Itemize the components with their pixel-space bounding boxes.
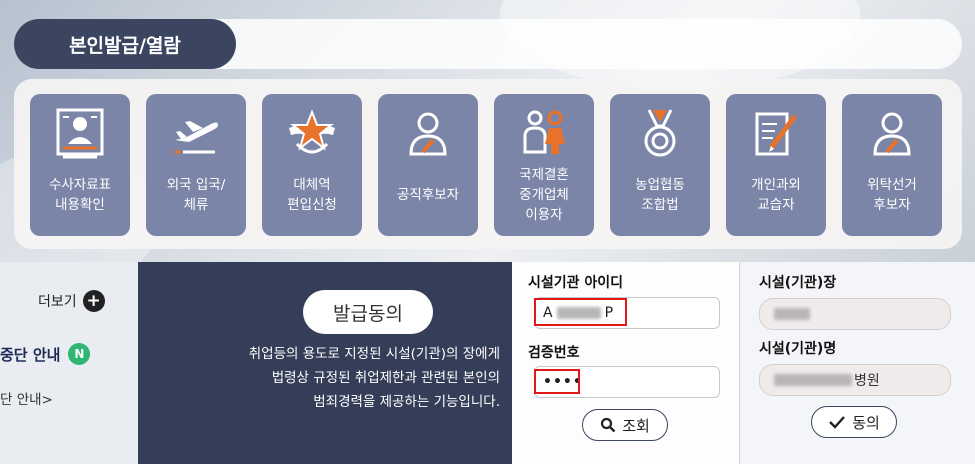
- consent-title: 발급동의: [303, 290, 433, 334]
- facility-id-label: 시설기관 아이디: [528, 275, 624, 291]
- menu-tile-agri-coop[interactable]: 농업협동 조합법: [610, 94, 710, 236]
- menu-tile-immigration[interactable]: 외국 입국/ 체류: [146, 94, 246, 236]
- verification-form: 시설기관 아이디 A P 검증번호 •••• 조회: [512, 262, 740, 464]
- agree-button[interactable]: 동의: [811, 406, 897, 438]
- notepad-pen-icon: [755, 112, 797, 156]
- plus-icon: +: [82, 290, 105, 312]
- notice-title[interactable]: 중단 안내 N: [0, 343, 91, 365]
- notice-link[interactable]: 단 안내>: [0, 388, 53, 408]
- agree-label: 동의: [852, 413, 880, 432]
- menu-tile-label: 외국 입국/ 체류: [166, 177, 226, 213]
- facility-info: 시설(기관)장 시설(기관)명 병원 동의: [741, 262, 975, 464]
- menu-tile-criminal-record[interactable]: 수사자료표 내용확인: [30, 94, 130, 236]
- facility-name-label: 시설(기관)명: [759, 341, 837, 357]
- id-highlight-box: [534, 298, 627, 326]
- code-highlight-box: [534, 369, 580, 394]
- menu-tile-label: 개인과외 교습자: [751, 177, 801, 213]
- menu-tile-label: 대체역 편입신청: [287, 177, 337, 213]
- medal-icon: [644, 109, 676, 157]
- person-icon: [873, 112, 911, 156]
- new-badge: N: [68, 343, 91, 365]
- consent-panel: 발급동의 취업등의 용도로 지정된 시설(기관)의 장에게 법령상 규정된 취업…: [138, 262, 512, 464]
- menu-tile-alternative-service[interactable]: 대체역 편입신청: [262, 94, 362, 236]
- facility-head-label: 시설(기관)장: [759, 275, 837, 291]
- consent-description: 취업등의 용도로 지정된 시설(기관)의 장에게 법령상 규정된 취업제한과 관…: [248, 346, 500, 410]
- menu-tile-consigned-election[interactable]: 위탁선거 후보자: [842, 94, 942, 236]
- menu-tile-label: 국제결혼 중개업체 이용자: [519, 167, 569, 223]
- redacted-text: [774, 308, 810, 320]
- search-icon: [601, 417, 616, 433]
- facility-head-field: [759, 298, 951, 330]
- page-title: 본인발급/열람: [14, 19, 236, 69]
- facility-name-field: 병원: [759, 364, 951, 396]
- airplane-icon: [175, 121, 219, 154]
- menu-tile-public-candidate[interactable]: 공직후보자: [378, 94, 478, 236]
- military-emblem-icon: [289, 109, 335, 154]
- verification-code-label: 검증번호: [528, 345, 580, 361]
- facility-name-suffix: 병원: [854, 373, 880, 389]
- notice-title-text: 중단 안내: [0, 345, 61, 364]
- more-link[interactable]: 더보기 +: [38, 290, 105, 312]
- menu-tile-label: 수사자료표 내용확인: [48, 177, 112, 213]
- check-icon: [829, 416, 846, 429]
- menu-tile-label: 공직후보자: [396, 187, 460, 203]
- menu-tile-label: 농업협동 조합법: [635, 177, 685, 213]
- lookup-button[interactable]: 조회: [582, 409, 668, 441]
- couple-icon: [523, 110, 565, 154]
- menu-tile-private-tutor[interactable]: 개인과외 교습자: [726, 94, 826, 236]
- person-icon: [409, 112, 447, 156]
- more-label: 더보기: [38, 294, 77, 310]
- redacted-text: [774, 374, 852, 386]
- lookup-label: 조회: [622, 416, 650, 435]
- menu-tile-intl-marriage[interactable]: 국제결혼 중개업체 이용자: [494, 94, 594, 236]
- document-person-icon: [56, 108, 104, 159]
- menu-tile-label: 위탁선거 후보자: [867, 177, 917, 213]
